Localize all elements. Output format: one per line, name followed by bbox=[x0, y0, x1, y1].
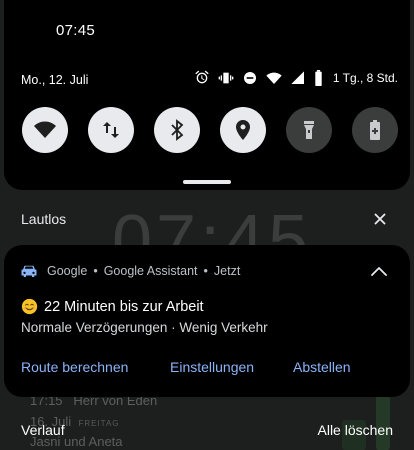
separator-dot: • bbox=[203, 264, 208, 278]
signal-icon bbox=[290, 70, 306, 86]
quick-tiles bbox=[22, 107, 398, 153]
drag-handle[interactable] bbox=[183, 180, 231, 184]
battery-saver-icon bbox=[370, 120, 380, 140]
wifi-icon bbox=[266, 70, 282, 86]
status-icons: 1 Tg., 8 Std. bbox=[194, 70, 398, 86]
notification-header: Google • Google Assistant • Jetzt bbox=[20, 263, 240, 279]
tile-battery-saver[interactable] bbox=[352, 107, 398, 153]
settings-button[interactable]: Einstellungen bbox=[170, 359, 254, 375]
notification-card[interactable]: Google • Google Assistant • Jetzt 22 Min… bbox=[4, 245, 410, 397]
status-time: 07:45 bbox=[56, 22, 96, 39]
bluetooth-icon bbox=[171, 119, 184, 141]
tile-bluetooth[interactable] bbox=[154, 107, 200, 153]
notification-app: Google bbox=[47, 264, 88, 278]
status-date[interactable]: Mo., 12. Juli bbox=[21, 73, 88, 87]
chevron-up-icon[interactable] bbox=[370, 264, 388, 278]
clear-all-button[interactable]: Alle löschen bbox=[318, 422, 394, 438]
location-pin-icon bbox=[236, 120, 250, 140]
smiley-emoji-icon bbox=[21, 298, 38, 315]
notification-subtitle: Normale Verzögerungen · Wenig Verkehr bbox=[21, 320, 268, 335]
battery-icon bbox=[314, 70, 323, 86]
notification-time: Jetzt bbox=[213, 264, 241, 278]
notification-title: 22 Minuten bis zur Arbeit bbox=[44, 298, 204, 315]
tile-flashlight[interactable] bbox=[286, 107, 332, 153]
route-button[interactable]: Route berechnen bbox=[21, 359, 128, 375]
notification-source: Google Assistant bbox=[103, 264, 198, 278]
separator-dot: • bbox=[93, 264, 98, 278]
silent-section-label: Lautlos bbox=[21, 211, 67, 227]
history-button[interactable]: Verlauf bbox=[21, 422, 65, 438]
tile-wifi[interactable] bbox=[22, 107, 68, 153]
quick-settings-panel: 07:45 Mo., 12. Juli 1 Tg., 8 Std. bbox=[4, 0, 410, 190]
flashlight-icon bbox=[304, 121, 314, 139]
data-arrows-icon bbox=[103, 122, 119, 138]
do-not-disturb-icon bbox=[242, 70, 258, 86]
tile-location[interactable] bbox=[220, 107, 266, 153]
tile-mobile-data[interactable] bbox=[88, 107, 134, 153]
turn-off-button[interactable]: Abstellen bbox=[293, 359, 351, 375]
notification-title-row: 22 Minuten bis zur Arbeit bbox=[21, 298, 204, 315]
close-icon[interactable] bbox=[372, 211, 388, 227]
wifi-icon bbox=[34, 121, 56, 138]
vibrate-icon bbox=[218, 70, 234, 86]
car-icon bbox=[21, 265, 37, 277]
alarm-icon bbox=[194, 70, 210, 86]
battery-remaining: 1 Tg., 8 Std. bbox=[332, 71, 398, 85]
background-entry-weekday: FREITAG bbox=[78, 419, 120, 428]
